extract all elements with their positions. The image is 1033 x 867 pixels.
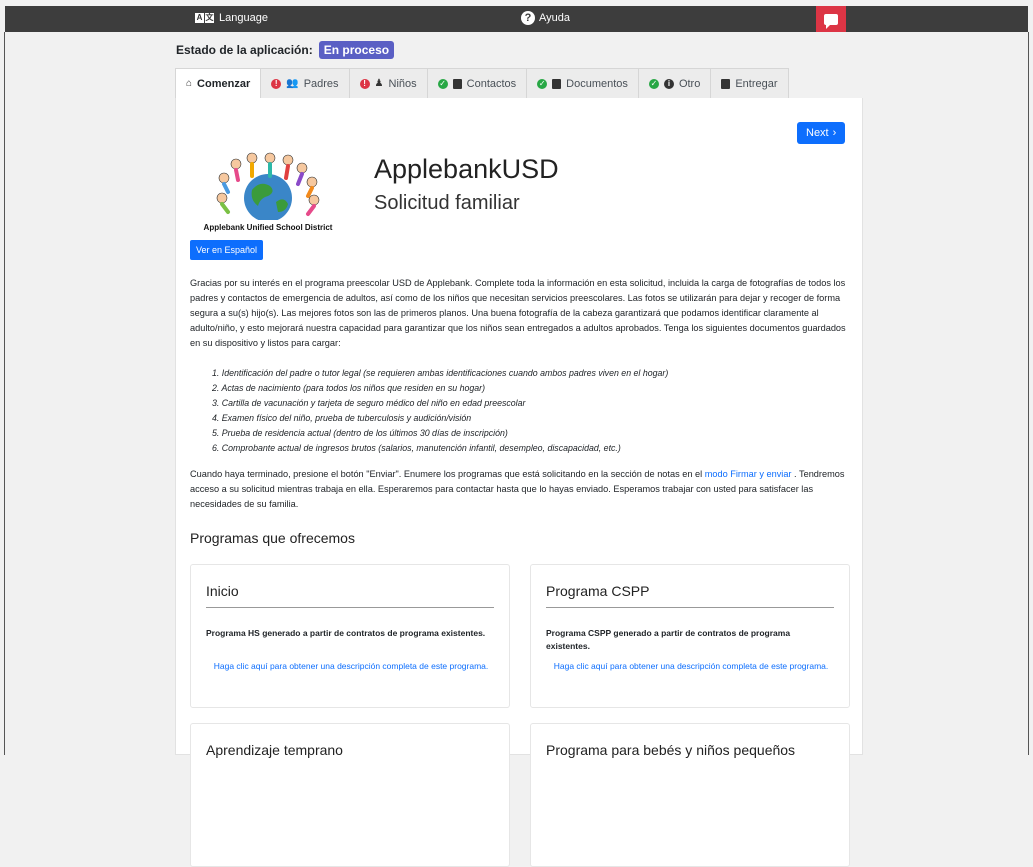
feedback-button[interactable] (816, 6, 846, 32)
logo-caption: Applebank Unified School District (203, 223, 333, 232)
page-border-left (4, 32, 5, 755)
intro-paragraph: Gracias por su interés en el programa pr… (190, 278, 846, 348)
program-title: Programa CSPP (546, 583, 650, 599)
home-icon: ⌂ (186, 78, 193, 89)
district-logo: Applebank Unified School District (188, 150, 348, 232)
language-button[interactable]: A 文 Language (195, 12, 268, 24)
required-documents-list: 1. Identificación del padre o tutor lega… (212, 366, 668, 456)
comment-icon (824, 13, 838, 29)
program-card-cspp: Programa CSPP Programa CSPP generado a p… (530, 564, 850, 708)
tab-entregar[interactable]: Entregar (710, 68, 789, 98)
question-circle-icon: ? (521, 11, 535, 25)
users-icon: 👥 (286, 77, 299, 89)
chevron-right-icon: › (832, 127, 837, 139)
tab-otro[interactable]: ✓ i Otro (637, 68, 711, 98)
list-item: 1. Identificación del padre o tutor lega… (212, 368, 669, 378)
page-subtitle: Solicitud familiar (374, 192, 520, 214)
programs-heading: Programas que ofrecemos (190, 530, 355, 546)
exclamation-icon: ! (359, 78, 370, 89)
info-icon: i (663, 78, 674, 89)
page-title: ApplebankUSD (374, 154, 559, 184)
program-card-bebes: Programa para bebés y niños pequeños (530, 723, 850, 867)
top-bar: A 文 Language ? Ayuda (5, 6, 1028, 32)
program-description: Programa HS generado a partir de contrat… (206, 628, 486, 638)
program-title: Programa para bebés y niños pequeños (546, 742, 796, 758)
help-label: Ayuda (539, 12, 570, 24)
status-badge: En proceso (318, 41, 395, 59)
check-icon: ✓ (437, 78, 448, 89)
sign-and-submit-link[interactable]: modo Firmar y enviar (705, 469, 792, 479)
check-icon: ✓ (648, 78, 659, 89)
tab-ninos[interactable]: ! ♟ Niños (348, 68, 427, 98)
divider (546, 607, 834, 608)
program-title: Aprendizaje temprano (206, 742, 343, 758)
main-content: Next › Applebank Unified School District… (175, 98, 863, 867)
list-item: 3. Cartilla de vacunación y tarjeta de s… (212, 398, 526, 408)
list-item: 4. Examen físico del niño, prueba de tub… (212, 413, 472, 423)
list-item: 5. Prueba de residencia actual (dentro d… (212, 428, 508, 438)
page-border-right (1028, 32, 1029, 755)
status-label: Estado de la aplicación: (176, 43, 313, 57)
tab-bar: ⌂ Comenzar ! 👥 Padres ! ♟ Niños ✓ Contac… (175, 68, 789, 99)
list-item: 6. Comprobante actual de ingresos brutos… (212, 443, 621, 453)
list-item: 2. Actas de nacimiento (para todos los n… (212, 383, 486, 393)
outro-paragraph: Cuando haya terminado, presione el botón… (190, 469, 845, 509)
tab-comenzar[interactable]: ⌂ Comenzar (175, 68, 261, 99)
application-status: Estado de la aplicación: En proceso (176, 41, 395, 59)
program-details-link[interactable]: Haga clic aquí para obtener una descripc… (546, 658, 836, 675)
exclamation-icon: ! (271, 78, 282, 89)
program-description: Programa CSPP generado a partir de contr… (546, 628, 791, 651)
clipboard-icon (721, 78, 731, 89)
language-label: Language (219, 12, 268, 24)
program-details-link[interactable]: Haga clic aquí para obtener una descripc… (206, 658, 496, 675)
tab-padres[interactable]: ! 👥 Padres (260, 68, 349, 98)
program-card-inicio: Inicio Programa HS generado a partir de … (190, 564, 510, 708)
file-icon (552, 78, 562, 89)
tab-contactos[interactable]: ✓ Contactos (426, 68, 527, 98)
divider (206, 607, 494, 608)
address-card-icon (452, 78, 462, 89)
help-button[interactable]: ? Ayuda (521, 11, 570, 25)
view-in-spanish-button[interactable]: Ver en Español (190, 240, 264, 260)
program-card-aprendizaje-temprano: Aprendizaje temprano (190, 723, 510, 867)
next-button[interactable]: Next › (797, 122, 846, 144)
translate-icon: A 文 (195, 13, 214, 23)
globe-kids-illustration (216, 152, 320, 222)
tab-documentos[interactable]: ✓ Documentos (526, 68, 638, 98)
check-icon: ✓ (537, 78, 548, 89)
child-icon: ♟ (374, 77, 384, 89)
program-title: Inicio (206, 583, 239, 599)
